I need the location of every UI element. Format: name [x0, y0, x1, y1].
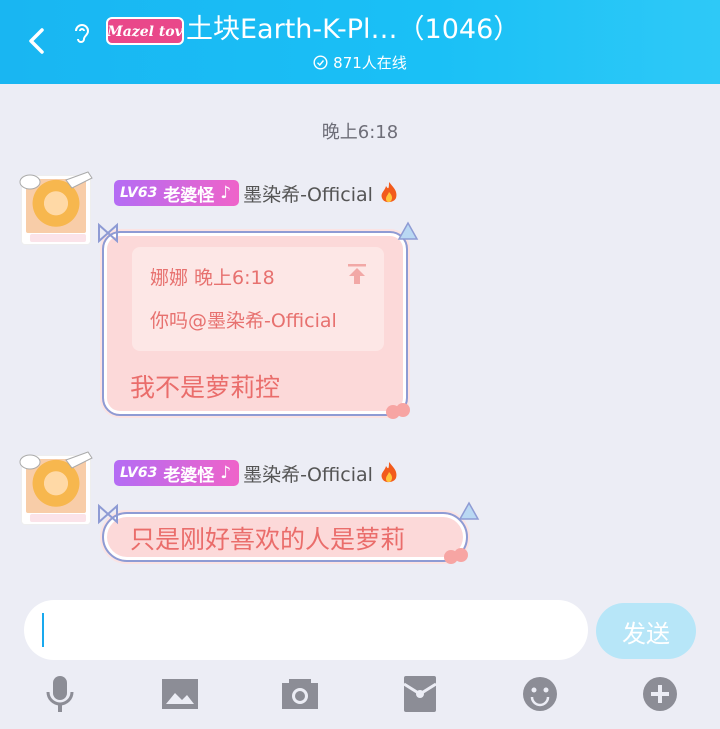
input-toolbar [0, 666, 720, 726]
text-cursor [42, 613, 44, 647]
image-icon[interactable] [158, 672, 202, 716]
sender-avatar[interactable] [18, 168, 98, 248]
flower-decoration-icon [444, 548, 468, 564]
red-packet-icon[interactable] [398, 672, 442, 716]
camera-icon[interactable] [278, 672, 322, 716]
emoji-icon[interactable] [518, 672, 562, 716]
svg-text:Mazel tov: Mazel tov [106, 24, 183, 40]
sender-name[interactable]: 墨染希-Official [243, 460, 373, 487]
flower-decoration-icon [386, 403, 410, 419]
quoted-message[interactable]: 娜娜 晚上6:18 你吗@墨染希-Official [132, 247, 384, 351]
fire-icon [381, 182, 397, 203]
fire-icon [381, 462, 397, 483]
level-badge: LV63 老婆怪 ♪ [114, 460, 240, 486]
triangle-decoration-icon [458, 501, 480, 520]
sender-info: LV63 老婆怪 ♪ 墨染希-Official [114, 180, 399, 206]
message-text: 只是刚好喜欢的人是萝莉 [130, 525, 406, 554]
bow-decoration-icon [98, 222, 118, 244]
microphone-icon[interactable] [38, 672, 82, 716]
plus-icon[interactable] [638, 672, 682, 716]
quote-sender: 娜娜 晚上6:18 [150, 267, 275, 289]
message-text: 我不是萝莉控 [130, 373, 281, 402]
online-count-text: 871人在线 [333, 53, 407, 72]
bow-decoration-icon [98, 503, 118, 525]
chat-header: Mazel tov 土块Earth-K-Pl…（1046） 871人在线 [0, 0, 720, 84]
triangle-decoration-icon [397, 221, 419, 240]
ear-icon[interactable] [68, 20, 94, 46]
online-count: 871人在线 [0, 51, 720, 73]
mazel-tov-badge: Mazel tov [106, 17, 184, 45]
quote-text: 你吗@墨染希-Official [150, 310, 337, 332]
sender-name[interactable]: 墨染希-Official [243, 180, 373, 207]
level-badge: LV63 老婆怪 ♪ [114, 180, 240, 206]
timestamp: 晚上6:18 [321, 122, 399, 143]
message-input[interactable] [24, 600, 588, 660]
sender-info: LV63 老婆怪 ♪ 墨染希-Official [114, 460, 399, 486]
sender-avatar[interactable] [18, 448, 98, 528]
group-title[interactable]: 土块Earth-K-Pl…（1046） [186, 10, 520, 50]
avatar-decoration-icon [19, 451, 93, 522]
jump-top-icon[interactable] [346, 263, 368, 285]
avatar-decoration-icon [19, 171, 93, 242]
check-circle-icon [313, 54, 328, 70]
message-bubble[interactable]: 娜娜 晚上6:18 你吗@墨染希-Official 我不是萝莉控 [102, 231, 408, 416]
message-bubble[interactable]: 只是刚好喜欢的人是萝莉 [102, 512, 468, 562]
send-button[interactable]: 发送 [596, 603, 696, 659]
